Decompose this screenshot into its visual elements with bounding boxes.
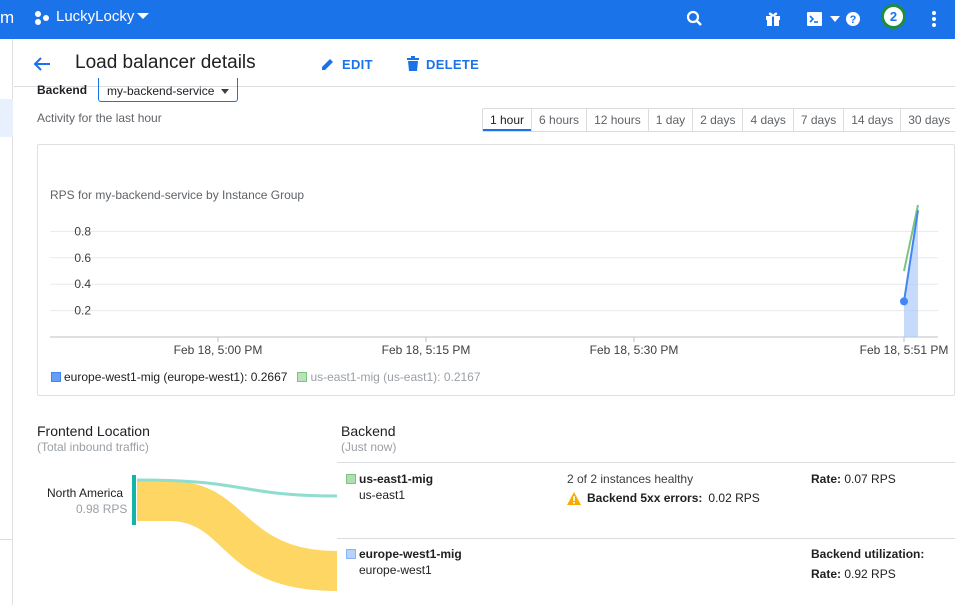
range-7-days[interactable]: 7 days [792,109,843,131]
cloud-shell-icon[interactable] [804,8,826,30]
range-30-days[interactable]: 30 days [900,109,955,131]
backend-select-dropdown[interactable]: my-backend-service [98,78,238,102]
range-6-hours[interactable]: 6 hours [531,109,586,131]
backend-color-swatch [346,474,356,484]
edit-pencil-icon [322,59,333,70]
x-tick-label: Feb 18, 5:00 PM [174,343,263,357]
activity-label: Activity for the last hour [37,111,162,125]
rate-value: 0.07 RPS [844,472,896,486]
trash-icon [407,56,419,71]
left-nav-rail [0,39,13,605]
rps-chart: 0.8 0.6 0.4 0.2 Feb 18, 5:00 PM Feb 18, 5:15 … [50,204,949,357]
frontend-node-bar [132,475,136,525]
nav-divider [0,539,13,540]
legend-item-europe-west1[interactable]: europe-west1-mig (europe-west1): 0.2667 [51,370,287,384]
y-tick-label: 0.2 [74,304,91,318]
backend-select-value: my-backend-service [107,84,215,98]
delete-button[interactable]: DELETE [406,55,479,73]
backend-region: europe-west1 [359,563,432,577]
errors-value: 0.02 RPS [708,491,760,505]
legend-label: us-east1-mig (us-east1): 0.2167 [310,370,481,384]
frontend-location-title: Frontend Location [37,423,150,439]
chevron-down-icon[interactable] [137,13,149,19]
time-range-selector: 1 hour 6 hours 12 hours 1 day 2 days 4 d… [482,108,955,132]
backend-region: us-east1 [359,488,406,502]
frontend-location-subtitle: (Total inbound traffic) [37,440,149,454]
backend-name: us-east1-mig [359,472,434,486]
range-4-days[interactable]: 4 days [742,109,792,131]
flow-to-europe-west1 [137,481,337,591]
backend-errors: Backend 5xx errors: 0.02 RPS [567,491,760,505]
delete-label: DELETE [426,56,480,72]
backend-utilization-label: Backend utilization: [811,547,925,561]
search-icon[interactable] [684,8,706,30]
legend-label: europe-west1-mig (europe-west1): 0.2667 [64,370,288,384]
arrow-back-icon[interactable] [31,53,53,75]
range-12-hours[interactable]: 12 hours [586,109,648,131]
frontend-location-rate: 0.98 RPS [76,502,128,516]
gift-icon[interactable] [762,8,784,30]
row-divider [337,538,955,539]
nav-item-active[interactable] [0,99,13,137]
backend-panel-title: Backend [341,423,396,439]
range-1-hour[interactable]: 1 hour [483,109,532,131]
svg-text:?: ? [850,14,857,26]
backend-rate: Rate: 0.07 RPS [811,472,896,486]
project-selector[interactable]: LuckyLocky [56,8,134,25]
top-app-bar: m LuckyLocky ? 2 [0,0,955,39]
main-content: Backend my-backend-service Activity for … [14,78,955,606]
app-name-fragment: m [0,8,15,27]
backend-name: europe-west1-mig [359,547,462,561]
range-14-days[interactable]: 14 days [843,109,900,131]
page-title: Load balancer details [75,52,256,73]
rate-value: 0.92 RPS [844,567,896,581]
backend-row-us-east1[interactable]: us-east1-mig us-east1 2 of 2 instances h… [337,471,955,531]
frontend-location-name: North America [47,486,124,500]
legend-swatch [297,372,308,382]
legend-swatch [51,372,61,382]
backend-color-swatch [346,549,356,559]
range-1-day[interactable]: 1 day [647,109,692,131]
project-icon [35,11,49,25]
backend-health: 2 of 2 instances healthy [567,472,694,486]
notifications-badge[interactable]: 2 [881,4,906,29]
y-tick-label: 0.8 [74,224,91,238]
chart-legend: europe-west1-mig (europe-west1): 0.2667 … [51,370,481,384]
backend-selector-label: Backend [37,83,88,97]
x-tick-label: Feb 18, 5:30 PM [590,343,679,357]
warning-icon [567,491,581,505]
traffic-flow-diagram [132,475,338,591]
series-point-europe-west1 [900,297,908,306]
help-icon[interactable]: ? [842,8,864,30]
y-tick-label: 0.4 [74,277,91,291]
range-2-days[interactable]: 2 days [692,109,742,131]
row-divider [337,462,955,463]
backend-row-europe-west1[interactable]: europe-west1-mig europe-west1 Backend ut… [337,546,955,606]
rps-chart-card: RPS for my-backend-service by Instance G… [37,144,955,396]
backend-panel-subtitle: (Just now) [341,440,397,454]
more-vert-icon[interactable] [923,8,945,30]
x-tick-label: Feb 18, 5:51 PM [860,343,949,357]
edit-button[interactable]: EDIT [320,55,373,73]
errors-label: Backend 5xx errors: [587,491,703,505]
x-tick-label: Feb 18, 5:15 PM [382,343,471,357]
rate-label: Rate: [811,567,842,581]
legend-item-us-east1[interactable]: us-east1-mig (us-east1): 0.2167 [297,370,481,384]
y-tick-label: 0.6 [74,251,91,265]
dropdown-caret-icon [221,89,229,94]
edit-label: EDIT [342,56,373,72]
rate-label: Rate: [811,472,842,486]
backend-rate: Rate: 0.92 RPS [811,567,896,581]
